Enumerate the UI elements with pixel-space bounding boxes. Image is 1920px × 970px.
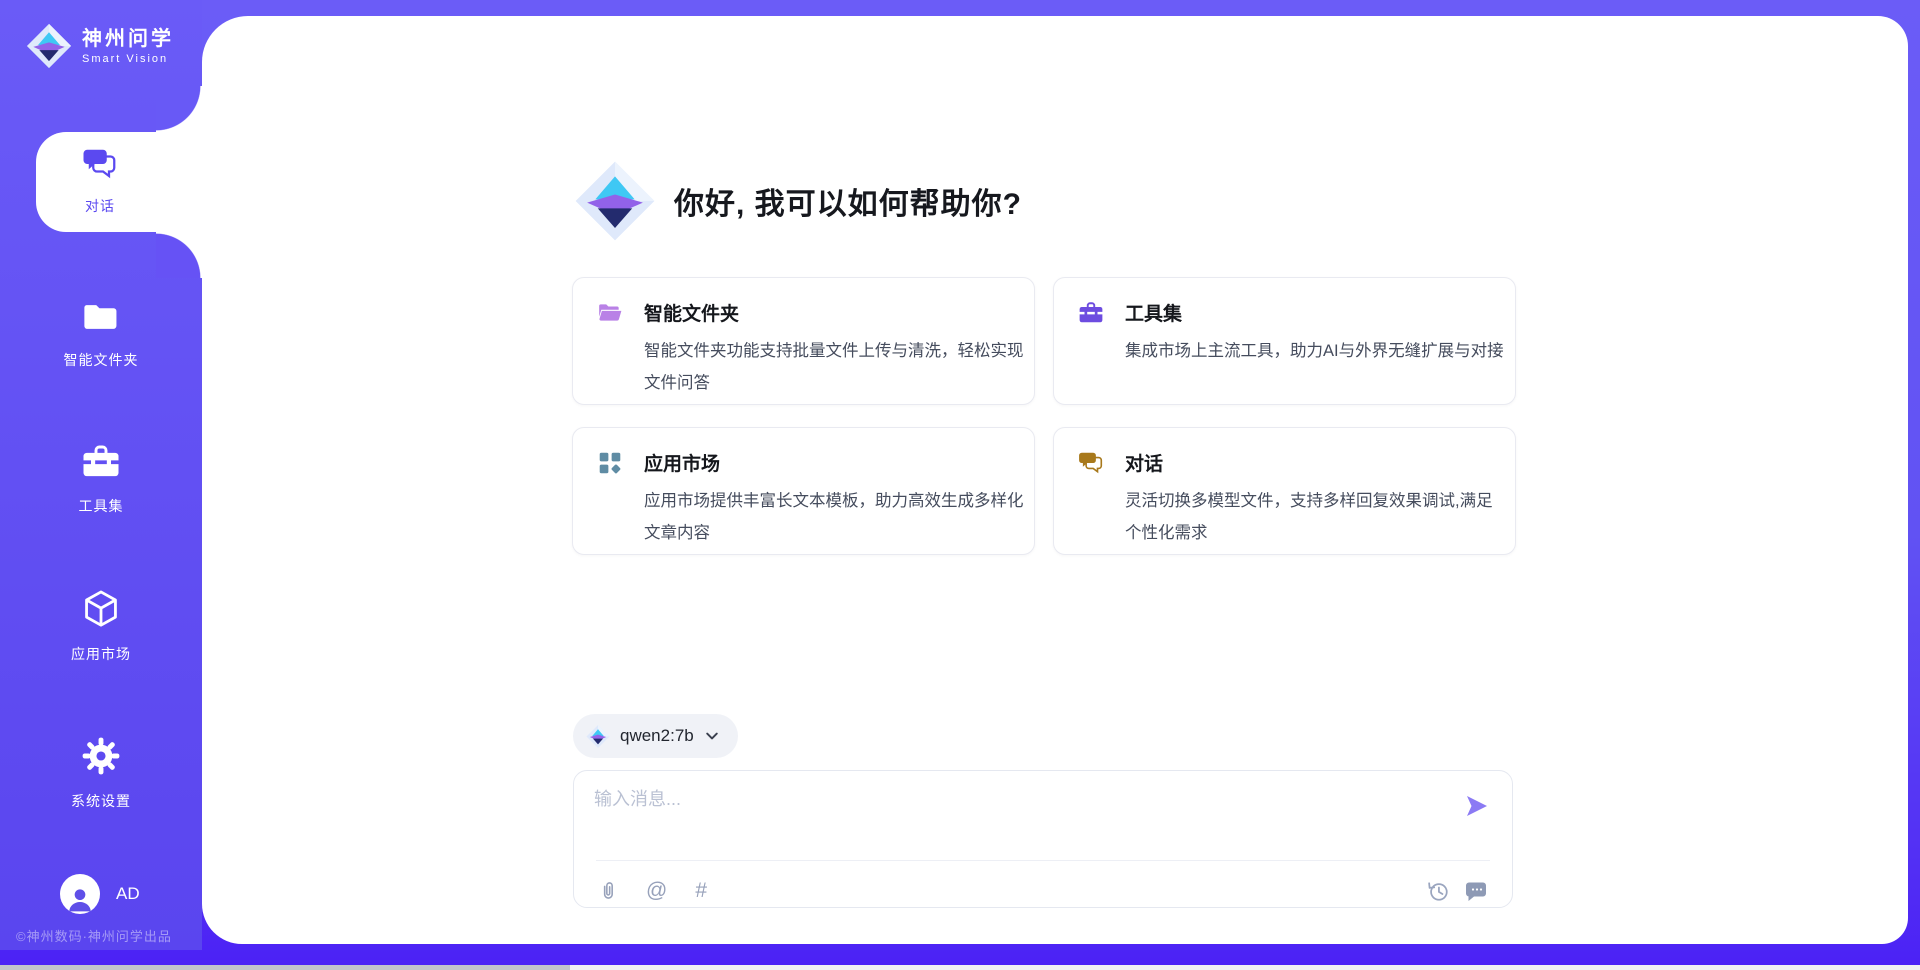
brand-name: 神州问学 [82, 28, 174, 50]
sidebar-item-folder[interactable]: 智能文件夹 [0, 298, 202, 370]
app-window: 神州问学 Smart Vision 对话 智能文件夹 工具集 应用市场 系统设置 [0, 0, 1920, 970]
user-profile[interactable]: AD [60, 874, 140, 914]
model-name: qwen2:7b [620, 726, 694, 746]
card-app-market[interactable]: 应用市场 应用市场提供丰富长文本模板，助力高效生成多样化文章内容 [572, 427, 1035, 555]
sidebar: 神州问学 Smart Vision 对话 智能文件夹 工具集 应用市场 系统设置 [0, 0, 202, 950]
diamond-logo-icon [574, 158, 656, 244]
card-description: 灵活切换多模型文件，支持多样回复效果调试,满足个性化需求 [1125, 485, 1507, 549]
message-icon[interactable] [1464, 879, 1488, 903]
sidebar-item-settings[interactable]: 系统设置 [0, 735, 202, 811]
history-icon[interactable] [1426, 879, 1450, 903]
person-icon [63, 882, 97, 914]
greeting: 你好, 我可以如何帮助你? [574, 158, 1022, 244]
brand-subtitle: Smart Vision [82, 53, 174, 65]
sidebar-item-label: 系统设置 [0, 791, 202, 811]
send-icon[interactable] [1464, 793, 1490, 819]
chat-bubbles-icon [82, 146, 118, 182]
sidebar-item-label: 工具集 [0, 496, 202, 516]
card-title: 工具集 [1125, 299, 1182, 326]
tab-fillet-top [156, 86, 202, 132]
sidebar-item-tools[interactable]: 工具集 [0, 442, 202, 516]
toolbox-icon [1078, 300, 1104, 326]
sidebar-item-chat[interactable]: 对话 [36, 146, 164, 216]
sidebar-item-label: 对话 [36, 196, 164, 216]
chevron-down-icon[interactable] [704, 728, 720, 744]
main-panel: 你好, 我可以如何帮助你? 智能文件夹 智能文件夹功能支持批量文件上传与清洗，轻… [202, 16, 1908, 944]
user-initials: AD [116, 884, 140, 904]
gear-icon [80, 735, 122, 777]
at-sign-icon[interactable]: @ [646, 880, 667, 902]
message-composer: @ # [573, 770, 1513, 908]
horizontal-scrollbar-track [0, 965, 1920, 970]
card-description: 智能文件夹功能支持批量文件上传与清洗，轻松实现文件问答 [644, 335, 1026, 399]
tab-fillet-bottom [156, 232, 202, 278]
folder-icon [81, 298, 121, 336]
composer-divider [596, 860, 1490, 861]
feature-cards: 智能文件夹 智能文件夹功能支持批量文件上传与清洗，轻松实现文件问答 工具集 集成… [572, 277, 1516, 555]
card-chat[interactable]: 对话 灵活切换多模型文件，支持多样回复效果调试,满足个性化需求 [1053, 427, 1516, 555]
card-smart-folder[interactable]: 智能文件夹 智能文件夹功能支持批量文件上传与清洗，轻松实现文件问答 [572, 277, 1035, 405]
card-title: 智能文件夹 [644, 299, 739, 326]
model-selector[interactable]: qwen2:7b [573, 714, 738, 758]
brand-logo: 神州问学 Smart Vision [26, 22, 174, 70]
diamond-logo-icon [26, 22, 72, 70]
toolbox-icon [80, 442, 122, 482]
card-title: 对话 [1125, 449, 1163, 476]
sidebar-item-market[interactable]: 应用市场 [0, 588, 202, 664]
message-input[interactable] [592, 783, 1426, 845]
card-description: 集成市场上主流工具，助力AI与外界无缝扩展与对接 [1125, 335, 1507, 367]
card-toolset[interactable]: 工具集 集成市场上主流工具，助力AI与外界无缝扩展与对接 [1053, 277, 1516, 405]
app-grid-icon [597, 450, 623, 476]
folder-open-icon [597, 300, 623, 326]
paperclip-icon[interactable] [598, 879, 618, 903]
cube-icon [80, 588, 122, 630]
copyright-footer: ©神州数码·神州问学出品 [16, 926, 172, 945]
composer-toolbar: @ # [598, 879, 707, 903]
greeting-text: 你好, 我可以如何帮助你? [674, 179, 1022, 223]
horizontal-scrollbar-thumb[interactable] [0, 965, 570, 970]
diamond-logo-icon [586, 724, 610, 749]
card-title: 应用市场 [644, 449, 720, 476]
sidebar-item-label: 应用市场 [0, 644, 202, 664]
hash-icon[interactable]: # [695, 880, 707, 902]
card-description: 应用市场提供丰富长文本模板，助力高效生成多样化文章内容 [644, 485, 1026, 549]
chat-bubbles-icon [1078, 450, 1104, 476]
sidebar-item-label: 智能文件夹 [0, 350, 202, 370]
avatar[interactable] [60, 874, 100, 914]
composer-actions [1426, 879, 1488, 903]
